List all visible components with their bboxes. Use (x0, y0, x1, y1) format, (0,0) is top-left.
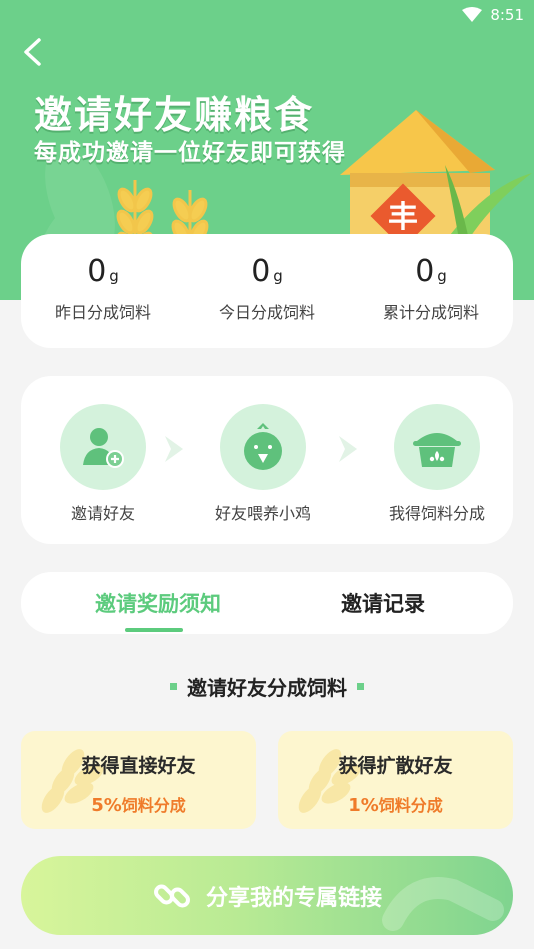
step-icon-circle (220, 404, 306, 490)
reward-title: 获得扩散好友 (338, 755, 453, 777)
tab-invite-records[interactable]: 邀请记录 (303, 572, 463, 634)
step-label: 好友喂养小鸡 (214, 504, 311, 523)
stat-unit: g (109, 267, 119, 285)
hero-title: 邀请好友赚粮食 (34, 93, 315, 137)
feed-pot-icon (413, 433, 461, 467)
tab-bar: 邀请奖励须知 邀请记录 (21, 572, 513, 634)
steps-card: 邀请好友 好友喂养小鸡 我得饲料分成 (21, 376, 513, 544)
stat-value: 0 (87, 254, 107, 289)
reward-suffix: 饲料分成 (121, 796, 186, 815)
step-icon-circle (394, 404, 480, 490)
status-time: 8:51 (490, 6, 524, 24)
stat-value: 0 (415, 254, 435, 289)
reward-value: 1%饲料分成 (278, 792, 513, 816)
step-icon-circle (60, 404, 146, 490)
section-title-text: 邀请好友分成饲料 (187, 676, 347, 700)
step-friend-feed: 好友喂养小鸡 (203, 404, 323, 524)
reward-percent: 1% (348, 795, 379, 816)
stat-value: 0 (251, 254, 271, 289)
share-button-label: 分享我的专属链接 (205, 885, 382, 911)
reward-card-indirect: 获得扩散好友 1%饲料分成 (278, 731, 513, 829)
stats-card: 0 g 昨日分成饲料 0 g 今日分成饲料 0 g 累计分成饲料 (21, 234, 513, 348)
status-bar: 8:51 (462, 4, 524, 26)
stat-unit: g (273, 267, 283, 285)
reward-suffix: 饲料分成 (378, 796, 443, 815)
share-link-button[interactable]: 分享我的专属链接 (21, 856, 513, 935)
stat-unit: g (437, 267, 447, 285)
step-earn-feed: 我得饲料分成 (377, 404, 497, 524)
hero-subtitle: 每成功邀请一位好友即可获得 (34, 140, 346, 166)
wifi-icon (462, 7, 483, 22)
square-bullet-icon (170, 683, 177, 690)
chevron-right-icon (339, 436, 357, 462)
section-title: 邀请好友分成饲料 (0, 672, 534, 701)
reward-card-direct: 获得直接好友 5%饲料分成 (21, 731, 256, 829)
barn-sign-text: 丰 (388, 201, 418, 234)
chevron-right-icon (165, 436, 183, 462)
tab-active-indicator (125, 628, 183, 632)
stat-label: 今日分成饲料 (218, 303, 315, 322)
stat-label: 累计分成饲料 (382, 303, 479, 322)
link-watermark-icon (382, 877, 504, 931)
link-icon (154, 884, 190, 907)
reward-value: 5%饲料分成 (21, 792, 256, 816)
chick-icon (244, 423, 282, 470)
tab-invite-rules[interactable]: 邀请奖励须知 (77, 572, 239, 634)
add-user-icon (83, 428, 124, 468)
reward-percent: 5% (91, 795, 122, 816)
reward-title: 获得直接好友 (81, 755, 196, 777)
step-label: 邀请好友 (70, 504, 135, 523)
square-bullet-icon (357, 683, 364, 690)
stat-yesterday: 0 g 昨日分成饲料 (21, 234, 185, 348)
stat-label: 昨日分成饲料 (54, 303, 151, 322)
step-invite: 邀请好友 (43, 404, 163, 524)
step-label: 我得饲料分成 (388, 504, 485, 523)
back-arrow-icon (24, 38, 41, 66)
stat-today: 0 g 今日分成饲料 (185, 234, 349, 348)
back-button[interactable] (14, 34, 50, 70)
stat-total: 0 g 累计分成饲料 (349, 234, 513, 348)
